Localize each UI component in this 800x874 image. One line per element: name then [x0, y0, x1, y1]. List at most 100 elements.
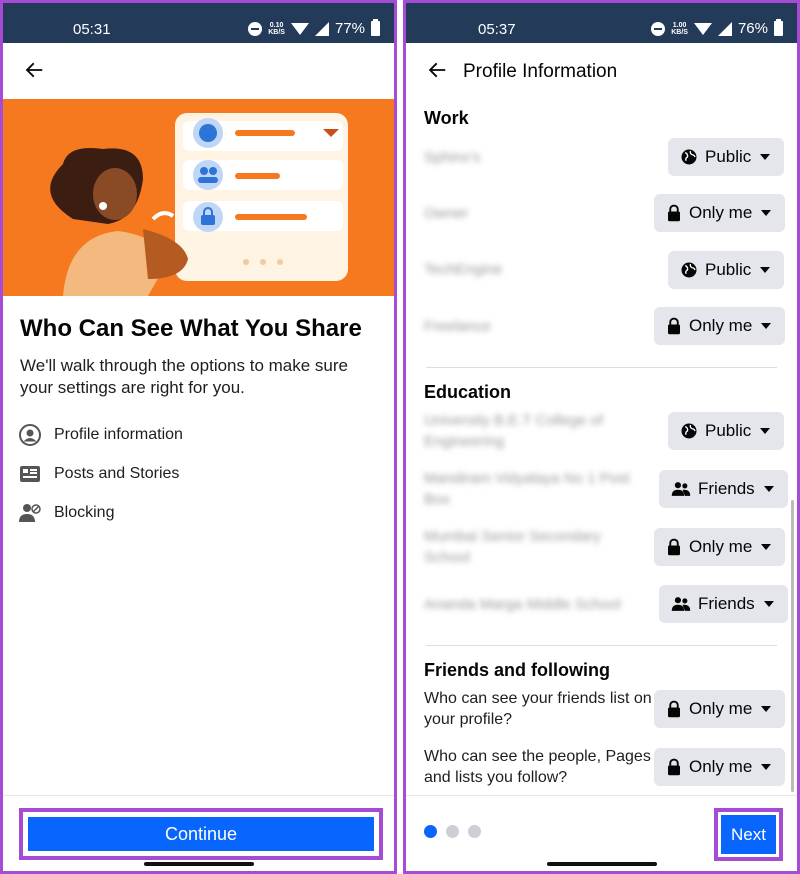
left-phone-screen: 05:31 0.10 KB/S 77% Who Can See What You… [0, 0, 397, 874]
caret-down-icon [760, 154, 771, 160]
friends-icon [671, 597, 691, 611]
privacy-value: Only me [689, 757, 753, 776]
lock-icon [668, 758, 680, 776]
option-label: Blocking [54, 504, 115, 521]
education-entry: Mumbai Senior Secondary School [424, 528, 601, 566]
status-icons: 1.00 KB/S 76% [651, 19, 783, 37]
section-education-heading: Education [424, 382, 512, 402]
back-arrow-icon[interactable] [23, 59, 45, 81]
privacy-value: Public [705, 421, 752, 440]
pagination-dot [468, 825, 481, 838]
top-bar [3, 43, 394, 99]
lock-icon [668, 204, 680, 222]
privacy-value: Only me [689, 699, 753, 718]
network-speed: 1.00 KB/S [671, 21, 688, 36]
status-bar: 05:37 1.00 KB/S 76% [406, 3, 797, 43]
back-arrow-icon[interactable] [426, 59, 448, 81]
status-time: 05:31 [73, 21, 111, 38]
page-subtitle: We'll walk through the options to make s… [20, 356, 348, 397]
pagination-dot [446, 825, 459, 838]
education-entry: Ananda Marga Middle School [424, 596, 621, 613]
battery-percent: 76% [737, 20, 768, 37]
option-label: Posts and Stories [54, 465, 180, 482]
status-time: 05:37 [478, 21, 516, 38]
caret-down-icon [761, 210, 772, 216]
hero-illustration [3, 99, 394, 296]
privacy-value: Public [705, 260, 752, 279]
globe-icon [681, 149, 697, 165]
privacy-selector[interactable]: Only me [654, 690, 786, 728]
globe-icon [681, 423, 697, 439]
do-not-disturb-icon [651, 21, 666, 36]
privacy-value: Friends [698, 479, 755, 498]
option-posts-and-stories[interactable]: Posts and Stories [18, 462, 179, 486]
footer-divider [406, 795, 797, 796]
caret-down-icon [761, 323, 772, 329]
pagination-dots [424, 825, 481, 838]
next-highlight: Next [714, 808, 783, 861]
caret-down-icon [761, 544, 772, 550]
caret-down-icon [761, 706, 772, 712]
option-blocking[interactable]: Blocking [18, 501, 114, 525]
privacy-selector[interactable]: Public [668, 412, 785, 450]
caret-down-icon [760, 428, 771, 434]
privacy-value: Public [705, 147, 752, 166]
option-profile-information[interactable]: Profile information [18, 423, 183, 447]
next-button[interactable]: Next [721, 815, 776, 854]
following-question: Who can see the people, Pages and lists … [424, 748, 651, 786]
home-indicator [143, 862, 254, 866]
continue-highlight: Continue [19, 808, 383, 860]
privacy-value: Only me [689, 537, 753, 556]
wifi-icon [290, 22, 309, 35]
status-icons: 0.10 KB/S 77% [248, 19, 380, 37]
caret-down-icon [763, 601, 774, 607]
battery-percent: 77% [334, 20, 365, 37]
status-bar: 05:31 0.10 KB/S 77% [3, 3, 394, 43]
lock-icon [668, 700, 680, 718]
section-divider [426, 367, 777, 368]
section-divider [426, 645, 777, 646]
privacy-selector[interactable]: Public [668, 251, 785, 289]
education-entry: Mandiram Vidyalaya No 1 Post Box [424, 470, 630, 508]
privacy-value: Only me [689, 316, 753, 335]
signal-icon [314, 21, 329, 36]
work-entry: Freelance [424, 318, 491, 335]
privacy-selector[interactable]: Only me [654, 194, 786, 232]
caret-down-icon [760, 267, 771, 273]
continue-button[interactable]: Continue [28, 817, 374, 851]
privacy-value: Only me [689, 203, 753, 222]
lock-icon [668, 317, 680, 335]
privacy-selector[interactable]: Public [668, 138, 785, 176]
section-work-heading: Work [424, 108, 469, 128]
block-user-icon [19, 504, 41, 522]
section-friends-heading: Friends and following [424, 660, 610, 680]
network-speed: 0.10 KB/S [268, 21, 285, 36]
caret-down-icon [761, 764, 772, 770]
newsfeed-icon [20, 466, 40, 482]
privacy-selector[interactable]: Friends [659, 585, 788, 623]
page-headline: Who Can See What You Share [20, 315, 362, 342]
scrollbar[interactable] [791, 500, 794, 792]
lock-icon [668, 538, 680, 556]
work-entry: Sphinx's [424, 149, 481, 166]
user-circle-icon [19, 424, 41, 446]
friends-icon [671, 482, 691, 496]
privacy-selector[interactable]: Friends [659, 470, 788, 508]
wifi-icon [693, 22, 712, 35]
privacy-selector[interactable]: Only me [654, 748, 786, 786]
work-entry: Owner [424, 205, 469, 222]
friends-list-question: Who can see your friends list on your pr… [424, 690, 652, 728]
home-indicator [546, 862, 657, 866]
do-not-disturb-icon [248, 21, 263, 36]
page-title: Profile Information [463, 61, 618, 82]
caret-down-icon [763, 486, 774, 492]
privacy-selector[interactable]: Only me [654, 307, 786, 345]
education-entry: University B.E.T College of Engineering [424, 412, 603, 450]
option-label: Profile information [54, 426, 183, 443]
work-entry: TechEngine [424, 261, 503, 278]
battery-icon [371, 19, 380, 36]
pagination-dot [424, 825, 437, 838]
privacy-selector[interactable]: Only me [654, 528, 786, 566]
privacy-value: Friends [698, 594, 755, 613]
battery-icon [774, 19, 783, 36]
